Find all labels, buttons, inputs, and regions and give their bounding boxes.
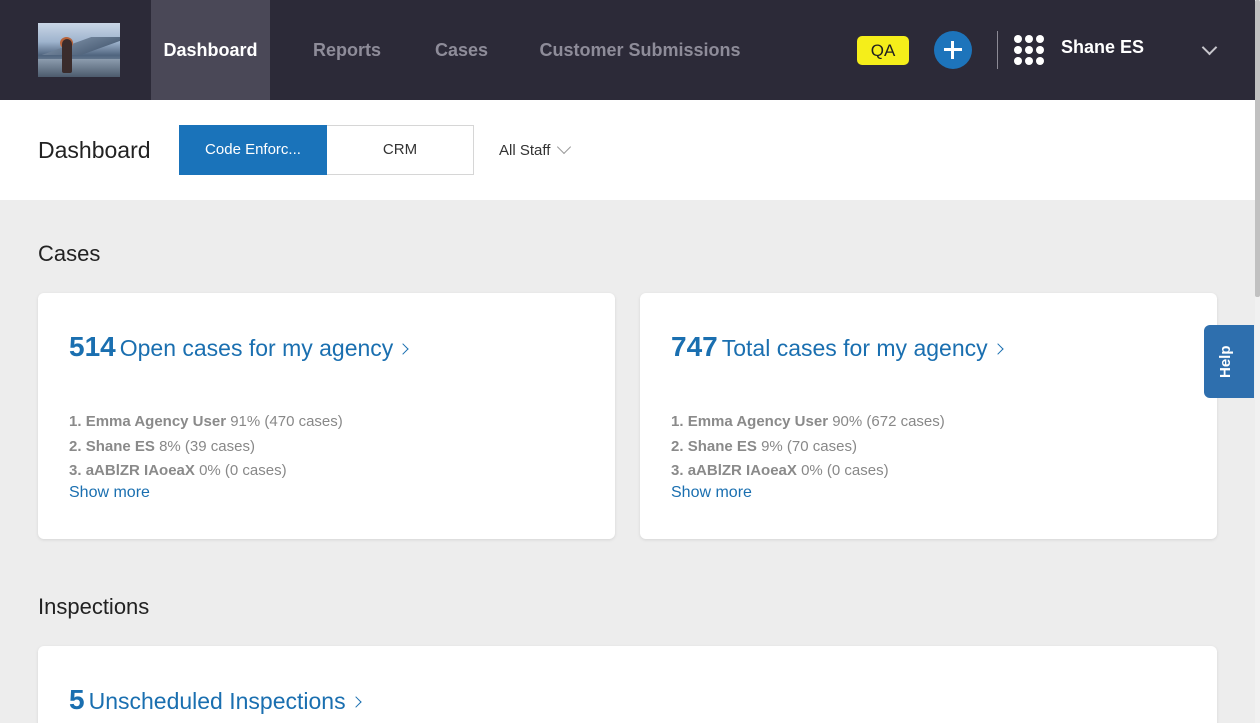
chevron-down-icon[interactable] [556, 139, 572, 155]
list-item: 2. Shane ES 9% (70 cases) [671, 437, 857, 455]
scrollbar-thumb[interactable] [1255, 0, 1260, 297]
unscheduled-inspections-label: Unscheduled Inspections [88, 688, 346, 714]
nav-divider [997, 31, 998, 69]
page-title: Dashboard [38, 137, 151, 163]
show-more-link[interactable]: Show more [671, 484, 752, 502]
dashboard-subheader: Dashboard Code Enforc... CRM All Staff [0, 100, 1255, 200]
total-cases-card: 747 Total cases for my agency 1. Emma Age… [640, 293, 1217, 539]
list-item: 3. aABlZR IAoeaX 0% (0 cases) [671, 462, 889, 479]
list-item: 1. Emma Agency User 91% (470 cases) [69, 413, 343, 430]
total-cases-rank-list: 1. Emma Agency User 90% (672 cases) 2. S… [671, 410, 945, 484]
segment-code-enforcement[interactable]: Code Enforc... [179, 125, 327, 175]
unscheduled-inspections-count: 5 [69, 684, 85, 715]
chevron-right-icon [397, 343, 409, 355]
total-cases-link[interactable]: 747 Total cases for my agency [671, 331, 1004, 363]
nav-tab-customer-submissions[interactable]: Customer Submissions [529, 0, 751, 100]
unscheduled-inspections-link[interactable]: 5 Unscheduled Inspections [69, 684, 362, 716]
open-cases-count: 514 [69, 331, 116, 362]
show-more-link[interactable]: Show more [69, 484, 150, 502]
staff-filter-dropdown[interactable]: All Staff [499, 142, 550, 159]
nav-tab-reports[interactable]: Reports [300, 0, 394, 100]
open-cases-label: Open cases for my agency [119, 335, 394, 361]
page-scrollbar[interactable] [1255, 0, 1260, 723]
nav-tab-cases[interactable]: Cases [425, 0, 498, 100]
environment-badge: QA [857, 36, 909, 65]
list-item: 3. aABlZR IAoeaX 0% (0 cases) [69, 462, 287, 479]
section-title-cases: Cases [38, 241, 101, 266]
top-navigation: Dashboard Reports Cases Customer Submiss… [0, 0, 1255, 100]
nav-tab-dashboard[interactable]: Dashboard [151, 0, 270, 100]
chevron-right-icon [991, 343, 1004, 355]
segment-crm[interactable]: CRM [327, 125, 474, 175]
open-cases-rank-list: 1. Emma Agency User 91% (470 cases) 2. S… [69, 410, 343, 484]
open-cases-card: 514 Open cases for my agency 1. Emma Agen… [38, 293, 615, 539]
total-cases-count: 747 [671, 331, 718, 362]
user-name[interactable]: Shane ES [1061, 37, 1144, 58]
total-cases-label: Total cases for my agency [721, 335, 988, 361]
open-cases-link[interactable]: 514 Open cases for my agency [69, 331, 409, 363]
unscheduled-inspections-card: 5 Unscheduled Inspections [38, 646, 1217, 723]
plus-circle-icon[interactable] [934, 31, 972, 69]
app-grid-icon[interactable] [1014, 35, 1044, 65]
list-item: 2. Shane ES 8% (39 cases) [69, 437, 255, 455]
help-label: Help [1217, 345, 1234, 378]
chevron-down-icon[interactable] [1201, 39, 1218, 56]
help-button[interactable]: Help [1204, 325, 1254, 398]
list-item: 1. Emma Agency User 90% (672 cases) [671, 413, 945, 430]
chevron-right-icon [349, 696, 362, 708]
section-title-inspections: Inspections [38, 594, 150, 619]
profile-photo-icon[interactable] [38, 23, 120, 77]
